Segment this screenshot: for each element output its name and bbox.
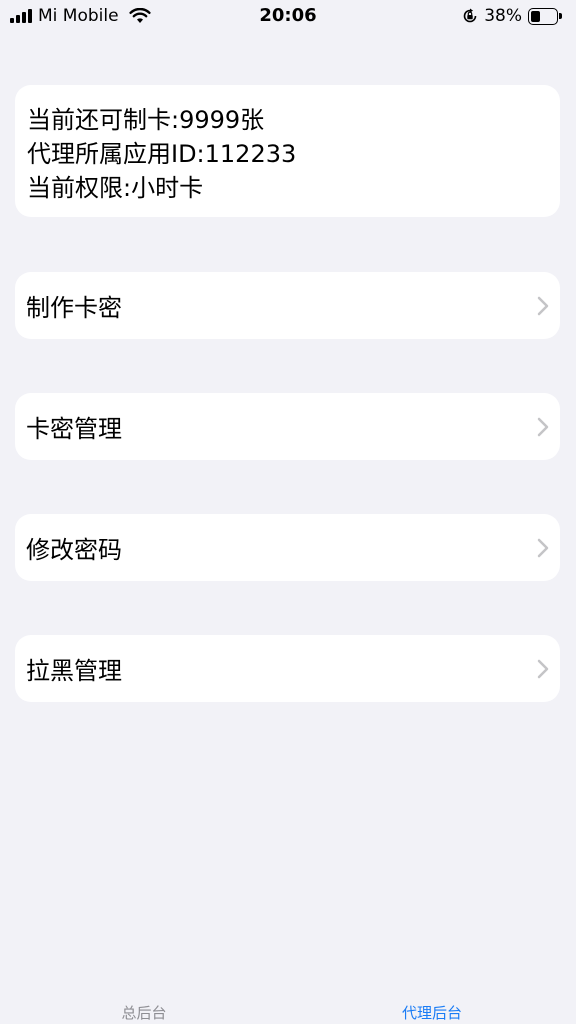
status-bar: Mi Mobile 20:06 38% [0,0,576,32]
chevron-right-icon [537,417,549,436]
chevron-right-icon [537,659,549,678]
orientation-lock-icon [463,8,477,23]
menu-blacklist-management-label: 拉黑管理 [26,657,122,685]
carrier-name: Mi Mobile [38,6,119,26]
battery-icon [528,7,562,25]
app-id-text: 代理所属应用ID:112233 [27,140,297,168]
wifi-icon [128,8,151,23]
menu-card-management[interactable]: 卡密管理 [15,393,560,460]
battery-percent: 38% [484,6,522,26]
menu-create-card-label: 制作卡密 [26,294,122,322]
menu-change-password[interactable]: 修改密码 [15,514,560,581]
menu-card-management-label: 卡密管理 [26,415,122,443]
menu-create-card[interactable]: 制作卡密 [15,272,560,339]
remaining-cards-text: 当前还可制卡:9999张 [27,106,265,134]
agent-info-card: 当前还可制卡:9999张 代理所属应用ID:112233 当前权限:小时卡 [15,85,560,217]
tab-main-backend[interactable]: 总后台 [0,990,288,1024]
status-left: Mi Mobile [10,6,151,26]
menu-blacklist-management[interactable]: 拉黑管理 [15,635,560,702]
status-right: 38% [462,6,562,26]
permission-text: 当前权限:小时卡 [27,174,204,202]
chevron-right-icon [537,296,549,315]
chevron-right-icon [537,538,549,557]
tab-agent-backend[interactable]: 代理后台 [288,990,576,1024]
tab-bar: 总后台 代理后台 [0,990,576,1024]
menu-change-password-label: 修改密码 [26,536,122,564]
cellular-signal-icon [10,9,32,23]
